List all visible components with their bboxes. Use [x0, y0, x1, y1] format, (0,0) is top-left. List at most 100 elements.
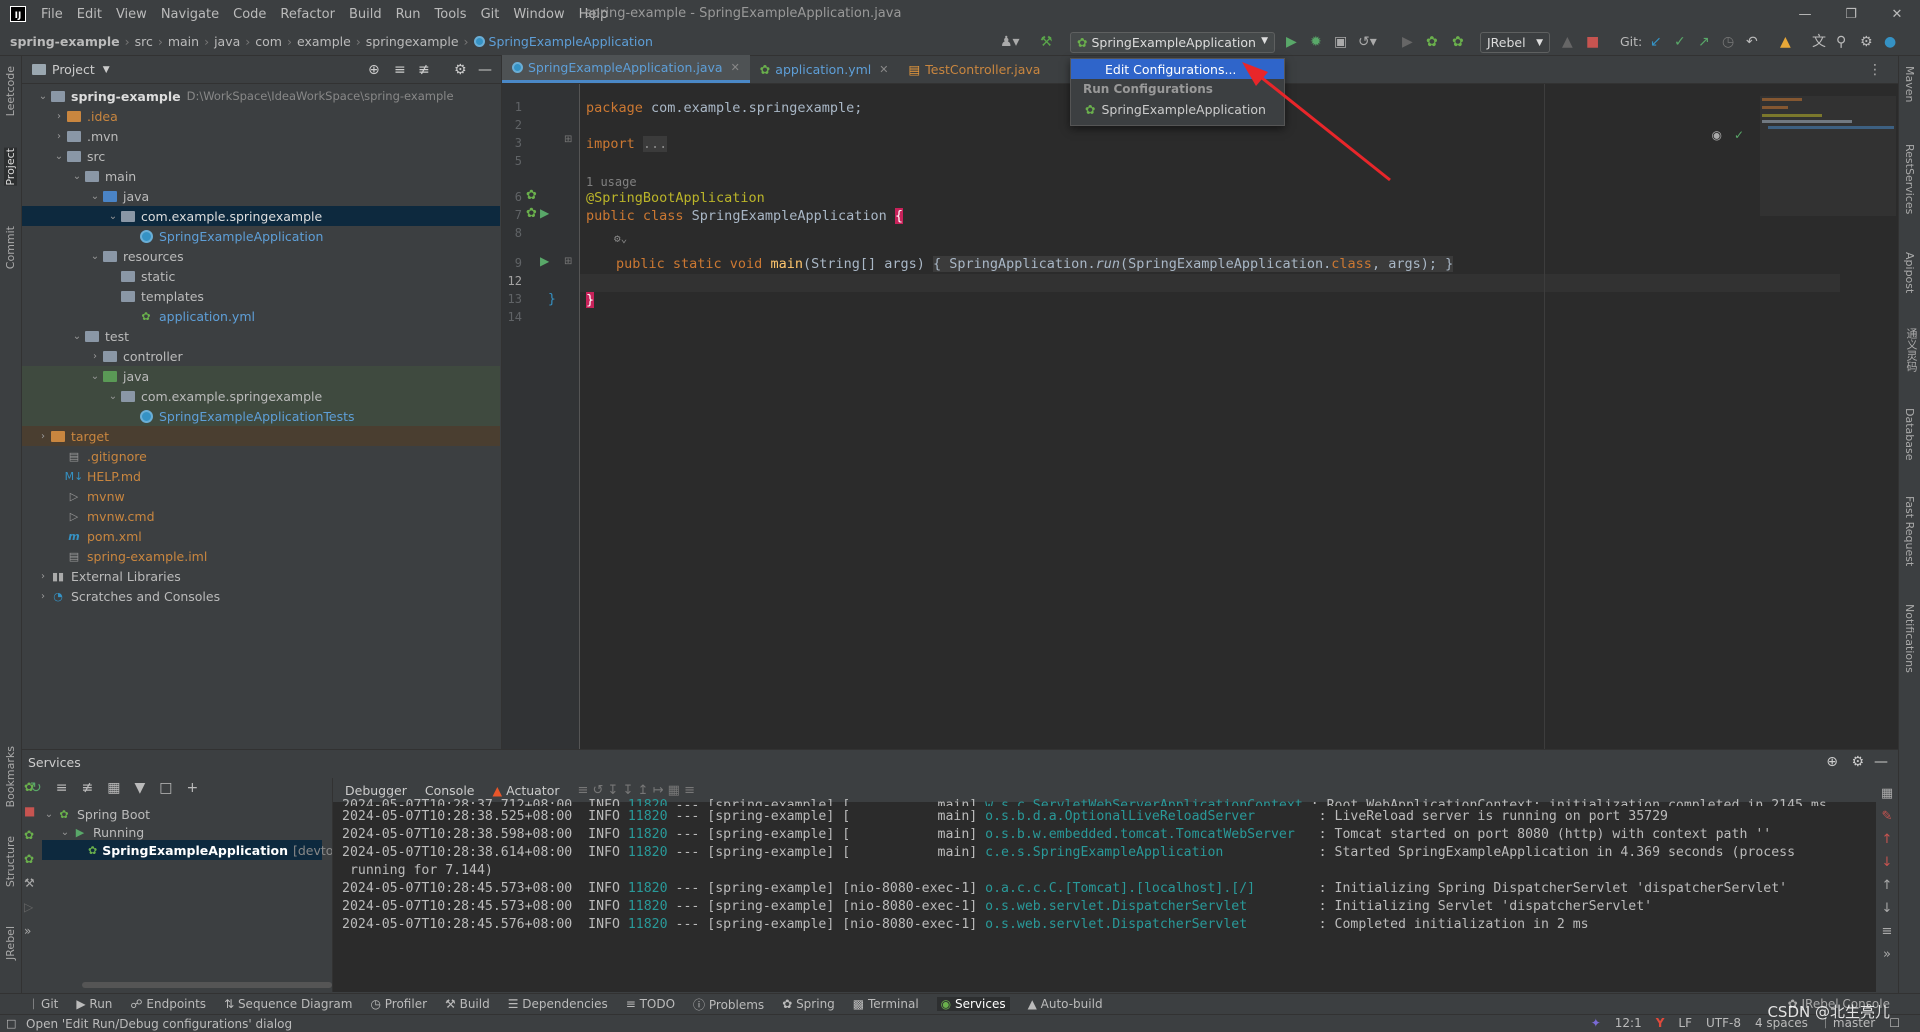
tab-actuator[interactable]: ▲ Actuator — [493, 783, 560, 798]
minimize-icon[interactable]: — — [1782, 0, 1828, 28]
menu-file[interactable]: File — [34, 7, 70, 22]
run-disabled-icon[interactable]: ▶ — [1402, 33, 1413, 51]
jrebel-selector[interactable]: JRebel ▼ — [1480, 32, 1550, 53]
commit-tool-tab[interactable]: Commit — [4, 226, 17, 269]
tree-row-package[interactable]: ⌄ com.example.springexample — [22, 206, 500, 226]
scroll-up-icon[interactable]: ↑ — [1882, 878, 1893, 893]
tab-spring-example-application[interactable]: SpringExampleApplication.java ✕ — [502, 55, 750, 83]
code-minimap[interactable] — [1760, 96, 1896, 216]
menu-build[interactable]: Build — [342, 7, 389, 22]
apipost-tool-tab[interactable]: Apipost — [1903, 252, 1916, 293]
run-gutter-icon[interactable]: ▶ — [540, 206, 549, 220]
horizontal-scrollbar[interactable] — [82, 982, 332, 988]
crumb-example[interactable]: example — [297, 34, 351, 49]
menu-view[interactable]: View — [109, 7, 154, 22]
tree-row-test-package[interactable]: ⌄ com.example.springexample — [22, 386, 500, 406]
panel-toggle-icon[interactable]: □ — [6, 1017, 16, 1030]
tree-row-gitignore[interactable]: ▤ .gitignore — [22, 446, 500, 466]
run-gutter-icon[interactable]: ▶ — [540, 254, 549, 268]
jrebel-run-icon[interactable]: ✿ — [1426, 33, 1438, 51]
run-icon[interactable]: ▶ — [1286, 33, 1297, 51]
more-tabs-icon[interactable]: ⋮ — [1868, 62, 1882, 78]
search-icon[interactable]: ⚲ — [1836, 33, 1846, 51]
profile-icon[interactable]: ↺▾ — [1358, 33, 1377, 51]
line-separator[interactable]: LF — [1678, 1016, 1692, 1030]
crumb-src[interactable]: src — [135, 34, 153, 49]
add-service-icon[interactable]: + — [186, 780, 198, 796]
menu-window[interactable]: Window — [506, 7, 571, 22]
tree-row-running[interactable]: ⌄ ▶ Running — [42, 822, 330, 842]
notifications-tool-tab[interactable]: Notifications — [1903, 604, 1916, 673]
tree-row-application-yml[interactable]: ✿ application.yml — [22, 306, 500, 326]
tab-test-controller[interactable]: ▤ TestController.java — [898, 55, 1050, 83]
tab-endpoints[interactable]: ☍ Endpoints — [130, 997, 206, 1011]
down-arrow-icon[interactable]: ↓ — [1882, 855, 1893, 870]
jrebel-run-icon[interactable]: ✿ — [24, 828, 42, 852]
database-tool-tab[interactable]: Database — [1903, 408, 1916, 461]
crumb-main[interactable]: main — [168, 34, 199, 49]
tab-git[interactable]: ᛁ Git — [30, 997, 58, 1011]
menu-run[interactable]: Run — [389, 7, 428, 22]
jrebel-debug-icon[interactable]: ✿ — [24, 852, 42, 876]
tree-row-external-libraries[interactable]: › ▮▮ External Libraries — [22, 566, 500, 586]
locate-icon[interactable]: ⊕ — [1826, 754, 1838, 770]
hide-icon[interactable]: — — [478, 62, 492, 78]
ai-assistant-icon[interactable]: ✦ — [1591, 1016, 1601, 1030]
tab-spring[interactable]: ✿ Spring — [782, 997, 835, 1011]
tree-row-test[interactable]: ⌄ test — [22, 326, 500, 346]
menu-refactor[interactable]: Refactor — [273, 7, 342, 22]
debug-icon[interactable]: ✹ — [1310, 33, 1322, 51]
new-tab-icon[interactable]: □ — [159, 780, 172, 796]
git-commit-icon[interactable]: ✓ — [1674, 33, 1686, 51]
tree-row-target[interactable]: › target — [22, 426, 500, 446]
tree-row-static[interactable]: static — [22, 266, 500, 286]
scroll-down-icon[interactable]: ↓ — [1882, 901, 1893, 916]
menu-edit[interactable]: Edit — [70, 7, 109, 22]
crumb-class[interactable]: SpringExampleApplication — [489, 34, 653, 49]
bookmarks-tool-tab[interactable]: Bookmarks — [4, 746, 17, 807]
close-icon[interactable]: ✕ — [879, 63, 888, 76]
tree-row-iml[interactable]: ▤ spring-example.iml — [22, 546, 500, 566]
tree-row-main-class[interactable]: SpringExampleApplication — [22, 226, 500, 246]
jrebel-tool-tab[interactable]: JRebel — [4, 926, 17, 960]
run-configuration-selector[interactable]: ✿ SpringExampleApplication ▼ — [1070, 32, 1275, 53]
locate-icon[interactable]: ⊕ — [368, 62, 380, 78]
tree-row-help-md[interactable]: M↓ HELP.md — [22, 466, 500, 486]
inspection-ok-icon[interactable]: ✓ — [1734, 128, 1744, 142]
tree-row-app[interactable]: ✿ SpringExampleApplication [devtools] — [42, 840, 356, 860]
stop-icon[interactable]: ■ — [24, 804, 42, 828]
tree-row-resources[interactable]: ⌄ resources — [22, 246, 500, 266]
tree-row-src[interactable]: ⌄ src — [22, 146, 500, 166]
menu-git[interactable]: Git — [474, 7, 507, 22]
jrebel-debug-icon[interactable]: ✿ — [1452, 33, 1464, 51]
tab-sequence-diagram[interactable]: ⇅ Sequence Diagram — [224, 997, 352, 1011]
crumb-project[interactable]: spring-example — [10, 34, 120, 49]
hide-icon[interactable]: — — [1874, 754, 1888, 770]
restore-icon[interactable]: ❐ — [1828, 0, 1874, 28]
reader-mode-icon[interactable]: ◉ — [1712, 128, 1722, 142]
tree-row-pom-xml[interactable]: m pom.xml — [22, 526, 500, 546]
up-arrow-icon[interactable]: ↑ — [1882, 832, 1893, 847]
git-update-icon[interactable]: ↙ — [1650, 33, 1662, 51]
filter-icon[interactable]: ▼ — [134, 780, 145, 796]
expand-all-icon[interactable]: ≡ — [56, 780, 68, 796]
history-icon[interactable]: ◷ — [1722, 33, 1734, 51]
tree-row-templates[interactable]: templates — [22, 286, 500, 306]
close-icon[interactable]: ✕ — [731, 61, 740, 74]
tab-console[interactable]: Console — [425, 783, 475, 798]
debug-disabled-icon[interactable]: ▷ — [24, 900, 42, 924]
tab-todo[interactable]: ≡ TODO — [626, 997, 675, 1011]
crumb-com[interactable]: com — [255, 34, 282, 49]
tab-debugger[interactable]: Debugger — [345, 783, 407, 798]
project-tool-tab[interactable]: Project — [4, 148, 17, 186]
group-by-icon[interactable]: ▦ — [107, 780, 120, 796]
gear-icon[interactable]: ⚙ — [454, 62, 467, 78]
user-icon[interactable]: ♟▾ — [1000, 33, 1020, 51]
tab-problems[interactable]: ⓘ Problems — [693, 996, 764, 1013]
build-hammer-icon[interactable]: ⚒ — [1040, 33, 1053, 51]
expand-all-icon[interactable]: ≡ — [394, 62, 406, 78]
inlay-hint-icon[interactable]: ⚙⌄ — [614, 232, 627, 245]
rollback-icon[interactable]: ↶ — [1746, 33, 1758, 51]
tree-row-main[interactable]: ⌄ main — [22, 166, 500, 186]
restservices-tool-tab[interactable]: RestServices — [1903, 144, 1916, 214]
